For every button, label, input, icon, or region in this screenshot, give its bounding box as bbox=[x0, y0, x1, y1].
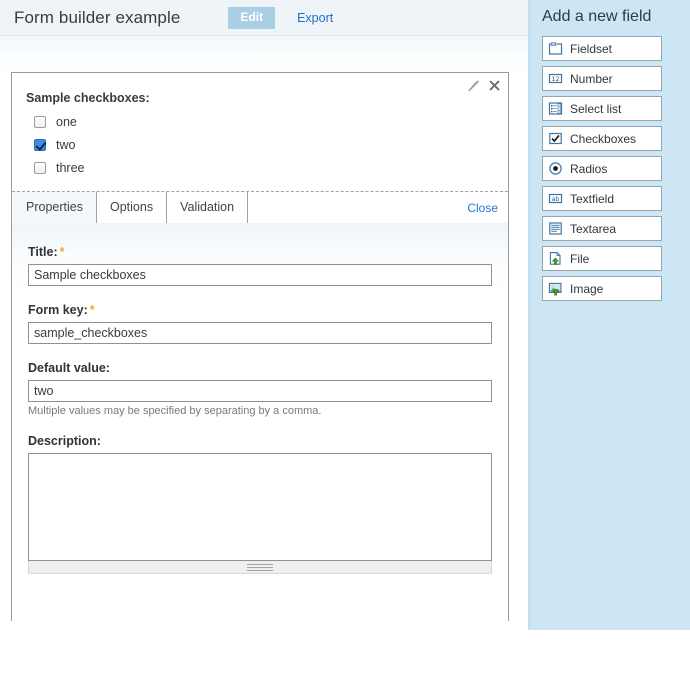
header-gradient bbox=[0, 36, 528, 74]
preview-checkbox-two[interactable] bbox=[34, 139, 46, 151]
file-upload-icon bbox=[548, 251, 563, 266]
close-icon[interactable] bbox=[489, 80, 500, 91]
tab-bar: Properties Options Validation Close bbox=[12, 192, 508, 223]
form-key-label: Form key: * bbox=[28, 303, 492, 317]
add-checkboxes-button[interactable]: Checkboxes bbox=[542, 126, 662, 151]
image-upload-icon bbox=[548, 281, 563, 296]
form-builder-page: Form builder example Edit Export Sample … bbox=[0, 0, 690, 679]
preview-checkbox-row[interactable]: three bbox=[34, 161, 494, 175]
description-textarea[interactable] bbox=[28, 453, 492, 561]
header-content: Form builder example Edit Export bbox=[0, 0, 528, 36]
title-label-text: Title: bbox=[28, 245, 58, 259]
form-key-input[interactable] bbox=[28, 322, 492, 344]
preview-checkbox-one-label: one bbox=[56, 115, 77, 129]
close-panel-link[interactable]: Close bbox=[467, 201, 498, 215]
preview-checkbox-row[interactable]: two bbox=[34, 138, 494, 152]
export-link[interactable]: Export bbox=[297, 11, 333, 25]
description-label: Description: bbox=[28, 434, 101, 448]
preview-checkbox-row[interactable]: one bbox=[34, 115, 494, 129]
form-key-required-marker: * bbox=[89, 303, 95, 317]
default-value-input[interactable] bbox=[28, 380, 492, 402]
add-image-button[interactable]: Image bbox=[542, 276, 662, 301]
sidebar-field-list: Fieldset 12 Number Select list Checkboxe… bbox=[528, 36, 690, 301]
preview-checkbox-three-label: three bbox=[56, 161, 85, 175]
tab-validation[interactable]: Validation bbox=[167, 192, 249, 223]
add-fieldset-button[interactable]: Fieldset bbox=[542, 36, 662, 61]
field-preview: Sample checkboxes: one two three bbox=[12, 73, 508, 192]
svg-text:ab: ab bbox=[552, 196, 560, 203]
pencil-icon[interactable] bbox=[467, 79, 480, 92]
form-key-field-group: Form key: * bbox=[28, 303, 492, 344]
add-textfield-label: Textfield bbox=[570, 191, 615, 206]
add-select-list-button[interactable]: Select list bbox=[542, 96, 662, 121]
add-fieldset-label: Fieldset bbox=[570, 41, 613, 56]
textarea-resize-grip[interactable] bbox=[28, 561, 492, 574]
sidebar-title: Add a new field bbox=[542, 8, 652, 25]
textfield-icon: ab bbox=[548, 191, 563, 206]
page-title: Form builder example bbox=[14, 8, 181, 27]
title-label: Title: * bbox=[28, 245, 492, 259]
add-radios-button[interactable]: Radios bbox=[542, 156, 662, 181]
add-textarea-button[interactable]: Textarea bbox=[542, 216, 662, 241]
sidebar-edge bbox=[528, 0, 531, 630]
add-number-button[interactable]: 12 Number bbox=[542, 66, 662, 91]
description-field-group: Description: bbox=[28, 434, 492, 574]
add-number-label: Number bbox=[570, 71, 613, 86]
select-list-icon bbox=[548, 101, 563, 116]
title-required-marker: * bbox=[59, 245, 65, 259]
tab-bar-filler: Close bbox=[248, 192, 508, 223]
textarea-icon bbox=[548, 221, 563, 236]
field-preview-tools bbox=[467, 79, 500, 92]
properties-panel: Title:* Form key:* Default value: Multip… bbox=[12, 223, 508, 679]
number-icon: 12 bbox=[548, 71, 563, 86]
default-value-hint: Multiple values may be specified by sepa… bbox=[28, 405, 322, 417]
add-radios-label: Radios bbox=[570, 161, 608, 176]
svg-text:12: 12 bbox=[551, 75, 559, 83]
tab-properties[interactable]: Properties bbox=[13, 192, 97, 223]
edit-button[interactable]: Edit bbox=[228, 7, 276, 29]
fieldset-icon bbox=[548, 41, 563, 56]
add-file-button[interactable]: File bbox=[542, 246, 662, 271]
title-field-group: Title: * bbox=[28, 245, 492, 286]
title-input[interactable] bbox=[28, 264, 492, 286]
field-preview-label: Sample checkboxes: bbox=[26, 91, 150, 105]
preview-checkbox-three[interactable] bbox=[34, 162, 46, 174]
add-field-sidebar: Add a new field Fieldset 12 Number Selec… bbox=[528, 0, 690, 630]
checkboxes-icon bbox=[548, 131, 563, 146]
add-checkboxes-label: Checkboxes bbox=[570, 131, 637, 146]
add-image-label: Image bbox=[570, 281, 604, 296]
tab-options[interactable]: Options bbox=[96, 192, 168, 223]
grip-lines-icon bbox=[247, 563, 273, 571]
form-builder-container: Sample checkboxes: one two three Propert… bbox=[11, 72, 509, 679]
add-textarea-label: Textarea bbox=[570, 221, 617, 236]
default-value-field-group: Default value: Multiple values may be sp… bbox=[28, 361, 492, 417]
default-value-label: Default value: bbox=[28, 361, 110, 375]
radios-icon bbox=[548, 161, 563, 176]
preview-checkbox-one[interactable] bbox=[34, 116, 46, 128]
form-key-label-text: Form key: bbox=[28, 303, 88, 317]
add-file-label: File bbox=[570, 251, 590, 266]
add-textfield-button[interactable]: ab Textfield bbox=[542, 186, 662, 211]
preview-checkbox-two-label: two bbox=[56, 138, 76, 152]
add-select-list-label: Select list bbox=[570, 101, 622, 116]
